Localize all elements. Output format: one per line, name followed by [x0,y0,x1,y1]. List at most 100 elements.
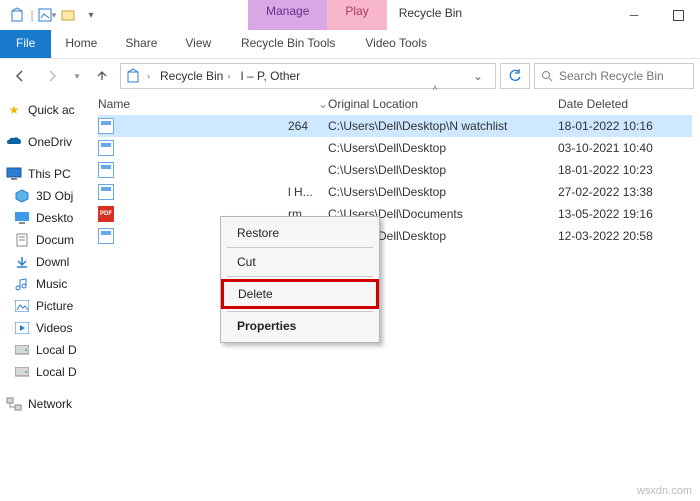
table-row[interactable]: PDFrm...C:\Users\Dell\Documents13-05-202… [98,203,692,225]
sidebar-item-downloads[interactable]: Downl [0,251,90,273]
sidebar-item-onedrive[interactable]: OneDriv [0,131,90,153]
column-name[interactable]: Name [98,97,318,111]
navigation-pane: ★ Quick ac OneDriv This PC 3D Obj Deskto… [0,93,90,501]
sidebar-label: Music [36,277,67,291]
sidebar-label: Network [28,397,72,411]
sidebar-label: Deskto [36,211,73,225]
documents-icon [14,232,30,248]
sidebar-item-music[interactable]: Music [0,273,90,295]
file-icon [98,228,114,244]
qat-new-folder-icon[interactable] [58,4,80,26]
contextual-tab-manage[interactable]: Manage [248,0,327,30]
context-menu-delete[interactable]: Delete [224,282,376,306]
tab-video-tools[interactable]: Video Tools [351,30,441,58]
file-rows: 264C:\Users\Dell\Desktop\N watchlist18-0… [90,115,700,247]
3d-objects-icon [14,188,30,204]
sidebar-item-local-disk-2[interactable]: Local D [0,361,90,383]
recycle-bin-icon[interactable] [6,4,28,26]
table-row[interactable]: C:\Users\Dell\Desktop18-01-2022 10:23 [98,159,692,181]
sidebar-item-local-disk-1[interactable]: Local D [0,339,90,361]
tab-view[interactable]: View [171,30,225,58]
file-icon [98,140,114,156]
address-dropdown-icon[interactable]: ⌄ [465,69,491,83]
watermark: wsxdn.com [637,485,692,497]
sidebar-label: 3D Obj [36,189,73,203]
column-date-deleted[interactable]: Date Deleted [558,97,692,111]
table-row[interactable]: C:\Users\Dell\Desktop12-03-2022 20:58 [98,225,692,247]
window-title: Recycle Bin [387,0,474,30]
search-input[interactable] [559,69,687,83]
file-name: l H... [120,185,318,199]
table-row[interactable]: C:\Users\Dell\Desktop03-10-2021 10:40 [98,137,692,159]
tab-file[interactable]: File [0,30,51,58]
sidebar-item-desktop[interactable]: Deskto [0,207,90,229]
sidebar-item-3d-objects[interactable]: 3D Obj [0,185,90,207]
sort-indicator-icon: ˄ [90,83,700,89]
file-icon [98,118,114,134]
tab-home[interactable]: Home [51,30,111,58]
file-icon [98,184,114,200]
sidebar-item-videos[interactable]: Videos [0,317,90,339]
videos-icon [14,320,30,336]
downloads-icon [14,254,30,270]
drive-icon [14,364,30,380]
date-deleted: 03-10-2021 10:40 [558,141,692,155]
music-icon [14,276,30,292]
onedrive-icon [6,134,22,150]
recent-locations-button[interactable]: ▾ [70,63,84,89]
column-resize-handle[interactable]: ⌄ [318,97,328,111]
file-icon [98,162,114,178]
context-menu-separator [227,311,373,312]
context-menu-cut[interactable]: Cut [223,250,377,274]
sidebar-item-network[interactable]: Network [0,393,90,415]
tab-recycle-bin-tools[interactable]: Recycle Bin Tools [225,30,351,58]
tab-share[interactable]: Share [111,30,171,58]
sidebar-label: OneDriv [28,135,72,149]
sidebar-label: Quick ac [28,103,75,117]
sidebar-label: Picture [36,299,73,313]
original-location: C:\Users\Dell\Desktop [328,163,558,177]
qat-customize-icon[interactable]: ▾ [80,4,102,26]
context-menu-separator [227,276,373,277]
sidebar-label: Videos [36,321,72,335]
minimize-button[interactable]: ─ [612,0,656,30]
sidebar-item-pictures[interactable]: Picture [0,295,90,317]
context-menu-properties[interactable]: Properties [223,314,377,338]
context-menu: Restore Cut Delete Properties [220,216,380,343]
highlight-box: Delete [221,279,379,309]
sidebar-label: Local D [36,343,77,357]
this-pc-icon [6,166,22,182]
context-menu-separator [227,247,373,248]
contextual-tab-play[interactable]: Play [327,0,386,30]
title-bar: | ▾ ▾ Manage Play Recycle Bin ─ [0,0,700,30]
date-deleted: 13-05-2022 19:16 [558,207,692,221]
location-icon [125,68,141,84]
date-deleted: 12-03-2022 20:58 [558,229,692,243]
pdf-icon: PDF [98,206,114,222]
date-deleted: 18-01-2022 10:16 [558,119,692,133]
sidebar-label: Downl [36,255,69,269]
date-deleted: 27-02-2022 13:38 [558,185,692,199]
back-button[interactable] [6,63,34,89]
column-headers: Name ⌄ Original Location Date Deleted [90,91,700,115]
sidebar-label: Docum [36,233,74,247]
file-name: 264 [120,119,318,133]
sidebar-item-this-pc[interactable]: This PC [0,163,90,185]
desktop-icon [14,210,30,226]
pictures-icon [14,298,30,314]
context-menu-restore[interactable]: Restore [223,221,377,245]
table-row[interactable]: 264C:\Users\Dell\Desktop\N watchlist18-0… [98,115,692,137]
file-list-pane: ˄ Name ⌄ Original Location Date Deleted … [90,93,700,501]
original-location: C:\Users\Dell\Desktop [328,141,558,155]
sidebar-label: This PC [28,167,71,181]
qat-properties-icon[interactable]: ▾ [36,4,58,26]
qat-separator: | [28,4,36,26]
forward-button[interactable] [38,63,66,89]
maximize-button[interactable] [656,0,700,30]
table-row[interactable]: l H... C:\Users\Dell\Desktop27-02-2022 13… [98,181,692,203]
column-original-location[interactable]: Original Location [328,97,558,111]
original-location: C:\Users\Dell\Desktop [328,185,558,199]
sidebar-label: Local D [36,365,77,379]
sidebar-item-documents[interactable]: Docum [0,229,90,251]
sidebar-item-quick-access[interactable]: ★ Quick ac [0,99,90,121]
